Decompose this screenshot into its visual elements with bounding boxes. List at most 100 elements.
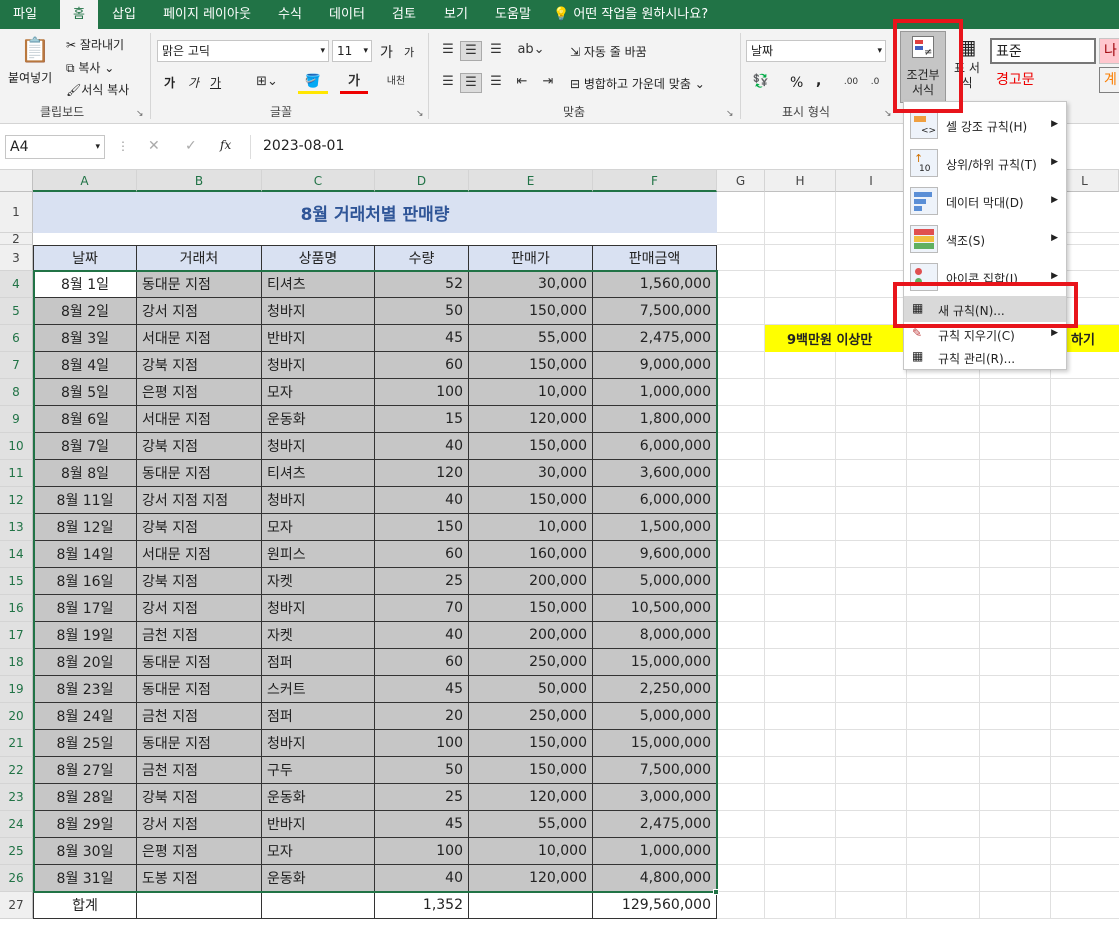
row-header[interactable]: 20 bbox=[0, 703, 33, 730]
row-header[interactable]: 27 bbox=[0, 892, 33, 919]
menu-item-color-scales[interactable]: 색조(S) ▶ bbox=[904, 220, 1066, 258]
row-header[interactable]: 19 bbox=[0, 676, 33, 703]
table-cell[interactable]: 티셔츠 bbox=[262, 271, 375, 298]
table-cell[interactable]: 청바지 bbox=[262, 433, 375, 460]
tab-page-layout[interactable]: 페이지 레이아웃 bbox=[152, 0, 262, 29]
table-cell[interactable]: 150,000 bbox=[469, 757, 593, 784]
table-cell[interactable]: 60 bbox=[375, 352, 469, 379]
table-cell[interactable]: 동대문 지점 bbox=[137, 649, 262, 676]
table-cell[interactable]: 청바지 bbox=[262, 595, 375, 622]
table-cell[interactable]: 1,800,000 bbox=[593, 406, 717, 433]
table-cell[interactable]: 120 bbox=[375, 460, 469, 487]
total-cell[interactable] bbox=[469, 892, 593, 919]
table-cell[interactable]: 금천 지점 bbox=[137, 757, 262, 784]
table-cell[interactable]: 160,000 bbox=[469, 541, 593, 568]
total-cell[interactable] bbox=[262, 892, 375, 919]
table-cell[interactable]: 서대문 지점 bbox=[137, 325, 262, 352]
name-box[interactable]: A4 ▾ bbox=[5, 135, 105, 159]
total-cell[interactable]: 129,560,000 bbox=[593, 892, 717, 919]
orientation-icon[interactable]: ab⌄ bbox=[516, 41, 546, 59]
blank-row[interactable] bbox=[33, 233, 717, 245]
align-top-icon[interactable]: ☰ bbox=[438, 41, 458, 59]
style-calculation[interactable]: 계 bbox=[1099, 67, 1119, 93]
table-cell[interactable]: 동대문 지점 bbox=[137, 271, 262, 298]
table-cell[interactable]: 8월 28일 bbox=[33, 784, 137, 811]
table-cell[interactable]: 8월 17일 bbox=[33, 595, 137, 622]
row-header[interactable]: 13 bbox=[0, 514, 33, 541]
table-cell[interactable]: 청바지 bbox=[262, 487, 375, 514]
note-text-right[interactable]: 하기 bbox=[1066, 325, 1100, 352]
align-center-icon[interactable]: ☰ bbox=[460, 73, 482, 93]
table-cell[interactable]: 52 bbox=[375, 271, 469, 298]
table-cell[interactable]: 8월 23일 bbox=[33, 676, 137, 703]
merge-center-button[interactable]: ⊟ 병합하고 가운데 맞춤 ⌄ bbox=[570, 75, 705, 92]
border-icon[interactable]: ⊞⌄ bbox=[252, 73, 282, 91]
table-cell[interactable]: 15,000,000 bbox=[593, 730, 717, 757]
table-cell[interactable]: 모자 bbox=[262, 379, 375, 406]
table-cell[interactable]: 8월 8일 bbox=[33, 460, 137, 487]
font-size-select[interactable]: 11 ▾ bbox=[332, 40, 372, 62]
row-header[interactable]: 24 bbox=[0, 811, 33, 838]
table-header[interactable]: 거래처 bbox=[137, 245, 262, 271]
table-cell[interactable]: 120,000 bbox=[469, 406, 593, 433]
table-cell[interactable]: 8월 24일 bbox=[33, 703, 137, 730]
fill-handle[interactable] bbox=[713, 889, 719, 895]
row-header[interactable]: 2 bbox=[0, 233, 33, 245]
table-cell[interactable]: 8월 2일 bbox=[33, 298, 137, 325]
table-cell[interactable]: 100 bbox=[375, 838, 469, 865]
menu-item-data-bars[interactable]: 데이터 막대(D) ▶ bbox=[904, 182, 1066, 220]
paste-icon[interactable]: 📋 bbox=[20, 35, 50, 65]
tell-me-search[interactable]: 💡 어떤 작업을 원하시나요? bbox=[553, 0, 728, 29]
table-cell[interactable]: 2,475,000 bbox=[593, 325, 717, 352]
menu-item-manage-rules[interactable]: ▦ 규칙 관리(R)... bbox=[904, 346, 1066, 368]
table-cell[interactable]: 강서 지점 bbox=[137, 595, 262, 622]
table-cell[interactable]: 100 bbox=[375, 730, 469, 757]
table-cell[interactable]: 8월 19일 bbox=[33, 622, 137, 649]
table-cell[interactable]: 40 bbox=[375, 622, 469, 649]
table-cell[interactable]: 15 bbox=[375, 406, 469, 433]
table-cell[interactable]: 8월 20일 bbox=[33, 649, 137, 676]
row-header[interactable]: 22 bbox=[0, 757, 33, 784]
table-cell[interactable]: 9,000,000 bbox=[593, 352, 717, 379]
table-cell[interactable]: 강북 지점 bbox=[137, 568, 262, 595]
column-header[interactable]: I bbox=[836, 170, 907, 192]
table-cell[interactable]: 강서 지점 지점 bbox=[137, 487, 262, 514]
column-header[interactable]: C bbox=[262, 170, 375, 192]
table-cell[interactable]: 15,000,000 bbox=[593, 649, 717, 676]
table-cell[interactable]: 청바지 bbox=[262, 352, 375, 379]
table-cell[interactable]: 8월 12일 bbox=[33, 514, 137, 541]
row-header[interactable]: 10 bbox=[0, 433, 33, 460]
table-cell[interactable]: 원피스 bbox=[262, 541, 375, 568]
table-cell[interactable]: 모자 bbox=[262, 838, 375, 865]
table-cell[interactable]: 2,250,000 bbox=[593, 676, 717, 703]
table-cell[interactable]: 8월 16일 bbox=[33, 568, 137, 595]
table-cell[interactable]: 30,000 bbox=[469, 460, 593, 487]
launcher-icon[interactable]: ↘ bbox=[884, 109, 892, 119]
table-cell[interactable]: 반바지 bbox=[262, 325, 375, 352]
launcher-icon[interactable]: ↘ bbox=[136, 109, 144, 119]
row-header[interactable]: 23 bbox=[0, 784, 33, 811]
table-cell[interactable]: 8월 25일 bbox=[33, 730, 137, 757]
table-header[interactable]: 판매금액 bbox=[593, 245, 717, 271]
cancel-icon[interactable]: ✕ bbox=[148, 138, 160, 154]
tab-home[interactable]: 홈 bbox=[60, 0, 98, 29]
align-right-icon[interactable]: ☰ bbox=[486, 73, 506, 91]
paste-button[interactable]: 붙여넣기 bbox=[8, 69, 52, 86]
table-cell[interactable]: 2,475,000 bbox=[593, 811, 717, 838]
table-cell[interactable]: 강서 지점 bbox=[137, 811, 262, 838]
table-cell[interactable]: 자켓 bbox=[262, 568, 375, 595]
table-cell[interactable]: 150,000 bbox=[469, 487, 593, 514]
total-cell[interactable]: 1,352 bbox=[375, 892, 469, 919]
currency-icon[interactable]: 💱 bbox=[748, 73, 774, 91]
table-cell[interactable]: 점퍼 bbox=[262, 703, 375, 730]
table-cell[interactable]: 6,000,000 bbox=[593, 433, 717, 460]
table-cell[interactable]: 150,000 bbox=[469, 298, 593, 325]
table-cell[interactable]: 20 bbox=[375, 703, 469, 730]
table-cell[interactable]: 도봉 지점 bbox=[137, 865, 262, 892]
launcher-icon[interactable]: ↘ bbox=[726, 109, 734, 119]
increase-decimal-icon[interactable]: .00 bbox=[840, 73, 862, 91]
table-cell[interactable]: 10,500,000 bbox=[593, 595, 717, 622]
table-cell[interactable]: 자켓 bbox=[262, 622, 375, 649]
row-header[interactable]: 17 bbox=[0, 622, 33, 649]
table-cell[interactable]: 8월 31일 bbox=[33, 865, 137, 892]
